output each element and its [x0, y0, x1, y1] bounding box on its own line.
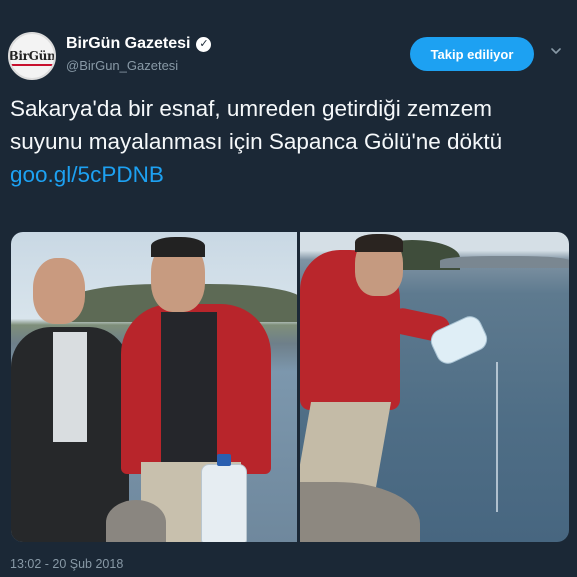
account-handle[interactable]: @BirGun_Gazetesi — [66, 58, 178, 73]
media-photo-left[interactable] — [11, 232, 297, 542]
account-name-row[interactable]: BirGün Gazetesi ✓ — [66, 35, 212, 53]
display-name[interactable]: BirGün Gazetesi — [66, 35, 190, 53]
tweet-media[interactable] — [11, 232, 569, 542]
avatar-logo-text: BirGün — [8, 49, 56, 66]
man-right-sweater — [161, 312, 217, 462]
avatar[interactable]: BirGün — [8, 32, 56, 80]
following-button[interactable]: Takip ediliyor — [410, 37, 534, 71]
man-right-hair — [151, 237, 205, 257]
distant-hills — [440, 256, 569, 268]
tweet-timestamp[interactable]: 13:02 - 20 Şub 2018 — [10, 557, 123, 571]
verified-check-icon: ✓ — [196, 36, 212, 52]
man-left-head — [33, 258, 85, 324]
man-left-shirt — [53, 332, 87, 442]
tweet-text-block: Sakarya'da bir esnaf, umreden getirdiği … — [10, 92, 565, 191]
tweet-text: Sakarya'da bir esnaf, umreden getirdiği … — [10, 96, 503, 154]
man-hair — [355, 234, 403, 252]
water-stream — [496, 362, 498, 512]
chevron-down-icon[interactable] — [551, 46, 561, 56]
bottle-cap — [217, 454, 231, 466]
tweet-link[interactable]: goo.gl/5cPDNB — [10, 158, 565, 191]
media-photo-right[interactable] — [300, 232, 569, 542]
foreground-rock — [300, 482, 420, 542]
water-bottle — [201, 464, 247, 542]
rocks — [106, 500, 166, 542]
